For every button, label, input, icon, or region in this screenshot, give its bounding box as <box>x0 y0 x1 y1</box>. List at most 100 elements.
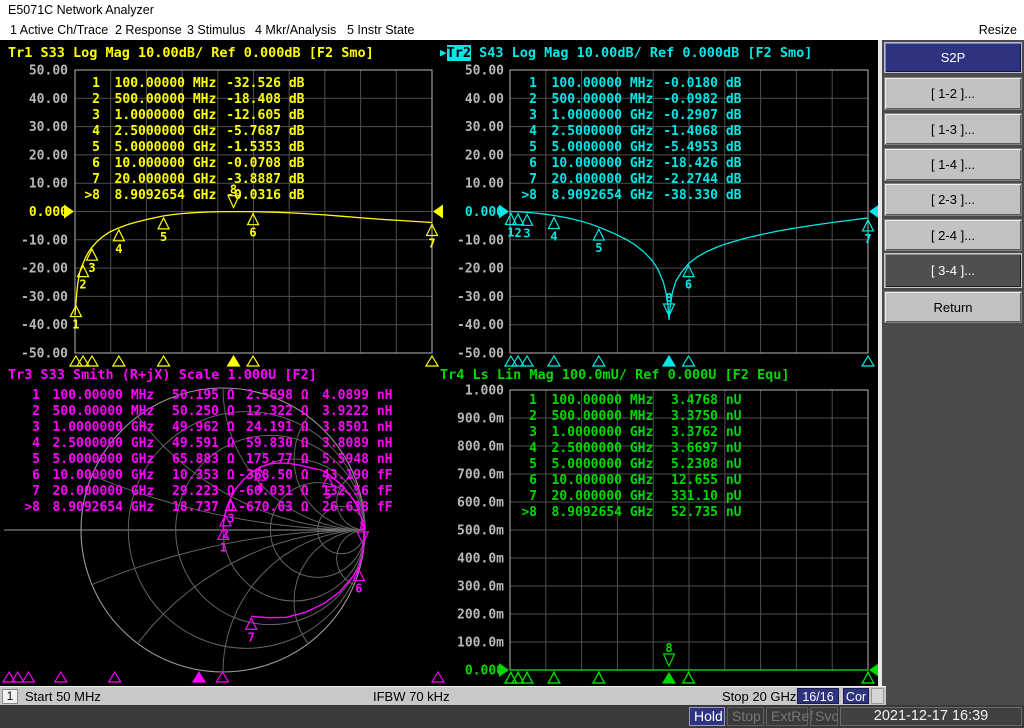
svg-text:4: 4 <box>115 242 122 256</box>
marker-table-row: 610.000000 GHz10.353 Ω-368.50 Ω43.190 fF <box>12 468 395 484</box>
extref-indicator[interactable]: ExtRef <box>766 707 808 726</box>
tr1-header: Tr1 S33 Log Mag 10.00dB/ Ref 0.000dB [F2… <box>8 45 374 61</box>
svg-text:-30.00: -30.00 <box>21 290 68 305</box>
svg-text:50.00: 50.00 <box>465 64 504 79</box>
svg-text:100.0m: 100.0m <box>457 636 504 651</box>
tr3-marker-table: 1100.00000 MHz50.195 Ω2.5698 Ω4.0899 nH2… <box>12 388 395 516</box>
marker-table-row: >88.9092654 GHz18.737 Ω-670.63 Ω26.638 f… <box>12 500 395 516</box>
svg-text:6: 6 <box>685 278 692 292</box>
marker-table-row: 31.0000000 GHz3.3762 nU <box>511 425 748 441</box>
marker-table-row: 31.0000000 GHz-12.605 dB <box>74 108 311 124</box>
marker-table-row: 42.5000000 GHz3.6697 nU <box>511 441 748 457</box>
marker-table-row: 55.0000000 GHz-5.4953 dB <box>511 140 748 156</box>
svg-text:500.0m: 500.0m <box>457 524 504 539</box>
tr4-format: Ls Lin Mag 100.0mU/ Ref 0.000U [F2 Equ] <box>464 367 789 383</box>
marker-table-row: 1100.00000 MHz-0.0180 dB <box>511 76 748 92</box>
svg-text:-50.00: -50.00 <box>457 347 504 362</box>
menu-mkr-analysis[interactable]: 4 Mkr/Analysis <box>255 20 336 40</box>
menu-instr-state[interactable]: 5 Instr State <box>347 20 414 40</box>
svg-text:-10.00: -10.00 <box>457 233 504 248</box>
svg-text:400.0m: 400.0m <box>457 552 504 567</box>
svg-text:-20.00: -20.00 <box>21 262 68 277</box>
softkey-2-3[interactable]: [ 2-3 ]... <box>884 183 1022 216</box>
svg-text:-20.00: -20.00 <box>457 262 504 277</box>
svg-text:800.0m: 800.0m <box>457 440 504 455</box>
svg-text:1.000: 1.000 <box>465 384 504 399</box>
softkey-sidebar: S2P [ 1-2 ]... [ 1-3 ]... [ 1-4 ]... [ 2… <box>882 40 1024 705</box>
svg-text:10.00: 10.00 <box>29 177 68 192</box>
marker-table-row: 610.000000 GHz-0.0708 dB <box>74 156 311 172</box>
marker-table-row: 2500.00000 MHz50.250 Ω12.322 Ω3.9222 nH <box>12 404 395 420</box>
tr2-header: ▶Tr2 S43 Log Mag 10.00dB/ Ref 0.000dB [F… <box>440 45 812 61</box>
datetime-display: 2021-12-17 16:39 <box>840 707 1022 726</box>
softkey-2-4[interactable]: [ 2-4 ]... <box>884 219 1022 251</box>
stop-indicator[interactable]: Stop <box>727 707 764 726</box>
svg-text:300.0m: 300.0m <box>457 580 504 595</box>
svg-text:7: 7 <box>864 232 871 246</box>
tr3-header: Tr3 S33 Smith (R+jX) Scale 1.000U [F2] <box>8 367 317 383</box>
instrument-status-bar: Hold Stop ExtRef Svc 2021-12-17 16:39 <box>0 705 1024 728</box>
svg-text:20.00: 20.00 <box>29 148 68 163</box>
marker-table-row: 42.5000000 GHz49.591 Ω59.830 Ω3.8089 nH <box>12 436 395 452</box>
svg-text:10.00: 10.00 <box>465 177 504 192</box>
app-window: E5071C Network Analyzer 1 Active Ch/Trac… <box>0 0 1024 728</box>
tr3-name: Tr3 <box>8 367 32 383</box>
correction-badge: Cor <box>843 688 869 704</box>
svg-text:30.00: 30.00 <box>465 120 504 135</box>
marker-table-row: >88.9092654 GHz-38.330 dB <box>511 188 748 204</box>
points-badge: 16/16 <box>797 688 839 704</box>
menu-active-ch-trace[interactable]: 1 Active Ch/Trace <box>10 20 108 40</box>
svg-text:5: 5 <box>595 241 602 255</box>
softkey-s2p[interactable]: S2P <box>884 42 1022 73</box>
menu-response[interactable]: 2 Response <box>115 20 182 40</box>
marker-table-row: 720.000000 GHz29.223 Ω-60.031 Ω132.56 fF <box>12 484 395 500</box>
hold-indicator[interactable]: Hold <box>689 707 725 726</box>
tr4-header: Tr4 Ls Lin Mag 100.0mU/ Ref 0.000U [F2 E… <box>440 367 790 383</box>
tr2-marker-table: 1100.00000 MHz-0.0180 dB2500.00000 MHz-0… <box>511 76 748 204</box>
softkey-return[interactable]: Return <box>884 291 1022 323</box>
svg-text:600.0m: 600.0m <box>457 496 504 511</box>
marker-table-row: 720.000000 GHz-2.2744 dB <box>511 172 748 188</box>
svg-text:5: 5 <box>160 230 167 244</box>
svg-text:8: 8 <box>359 519 366 533</box>
softkey-1-2[interactable]: [ 1-2 ]... <box>884 77 1022 110</box>
svg-text:50.00: 50.00 <box>29 64 68 79</box>
marker-table-row: 42.5000000 GHz-1.4068 dB <box>511 124 748 140</box>
marker-table-row: 31.0000000 GHz49.962 Ω24.191 Ω3.8501 nH <box>12 420 395 436</box>
marker-table-row: 1100.00000 MHz3.4768 nU <box>511 393 748 409</box>
window-title: E5071C Network Analyzer <box>0 0 1024 20</box>
stimulus-status-bar: 1 Start 50 MHz IFBW 70 kHz Stop 20 GHz 1… <box>0 686 886 705</box>
marker-table-row: 720.000000 GHz-3.8887 dB <box>74 172 311 188</box>
menu-bar: 1 Active Ch/Trace 2 Response 3 Stimulus … <box>0 20 1024 40</box>
menu-stimulus[interactable]: 3 Stimulus <box>187 20 245 40</box>
svg-text:8: 8 <box>665 291 672 305</box>
svg-text:0.000: 0.000 <box>465 205 504 220</box>
marker-table-row: 2500.00000 MHz-18.408 dB <box>74 92 311 108</box>
softkey-3-4[interactable]: [ 3-4 ]... <box>884 253 1022 288</box>
svg-text:-40.00: -40.00 <box>457 318 504 333</box>
svg-text:3: 3 <box>523 226 530 240</box>
start-frequency: Start 50 MHz <box>25 688 101 705</box>
svg-text:700.0m: 700.0m <box>457 468 504 483</box>
svg-text:-50.00: -50.00 <box>21 347 68 362</box>
softkey-1-3[interactable]: [ 1-3 ]... <box>884 113 1022 145</box>
marker-table-row: >88.9092654 GHz-0.0316 dB <box>74 188 311 204</box>
svg-text:8: 8 <box>665 641 672 655</box>
svg-text:-40.00: -40.00 <box>21 318 68 333</box>
tr3-format: S33 Smith (R+jX) Scale 1.000U [F2] <box>32 367 316 383</box>
svg-text:-30.00: -30.00 <box>457 290 504 305</box>
resize-control[interactable]: Resize <box>979 20 1017 40</box>
marker-table-row: >88.9092654 GHz52.735 nU <box>511 505 748 521</box>
svg-text:6: 6 <box>249 226 256 240</box>
svg-text:-10.00: -10.00 <box>21 233 68 248</box>
svc-indicator[interactable]: Svc <box>810 707 838 726</box>
svg-text:900.0m: 900.0m <box>457 412 504 427</box>
marker-table-row: 55.0000000 GHz65.883 Ω175.77 Ω5.5948 nH <box>12 452 395 468</box>
svg-text:1: 1 <box>220 540 227 554</box>
softkey-1-4[interactable]: [ 1-4 ]... <box>884 148 1022 181</box>
stop-frequency: Stop 20 GHz <box>722 688 796 705</box>
svg-text:0.000: 0.000 <box>29 205 68 220</box>
svg-text:2: 2 <box>79 278 86 292</box>
marker-table-row: 610.000000 GHz12.655 nU <box>511 473 748 489</box>
status-blank-box <box>871 688 884 704</box>
